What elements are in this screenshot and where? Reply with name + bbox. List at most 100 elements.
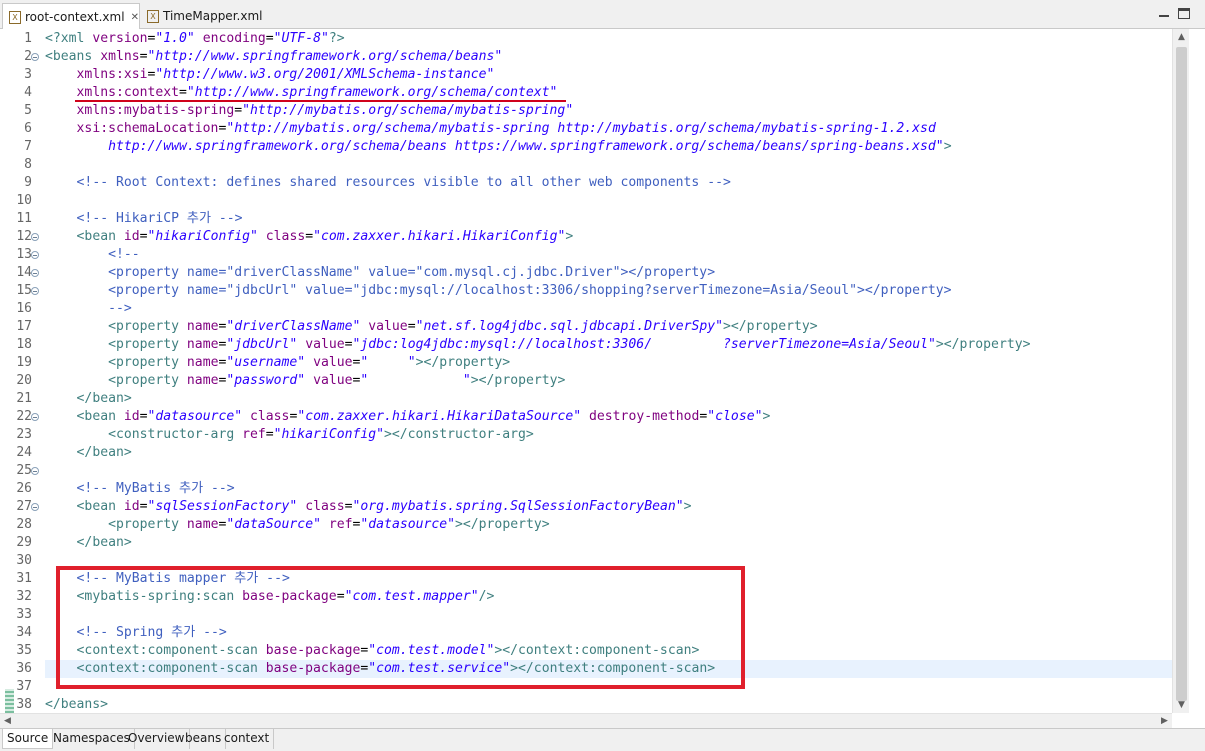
code-line[interactable]: <bean id="hikariConfig" class="com.zaxxe… — [45, 228, 1172, 246]
line-number: 15 — [16, 283, 32, 298]
tab-timemapper-xml[interactable]: X TimeMapper.xml — [141, 3, 271, 29]
tab-context[interactable]: context — [220, 729, 275, 749]
tab-label: root-context.xml — [25, 10, 125, 24]
code-line[interactable]: <property name="password" value=" "></pr… — [45, 372, 1172, 390]
line-number: 7 — [24, 139, 32, 154]
code-line[interactable]: <!-- HikariCP 추가 --> — [45, 210, 1172, 228]
tab-source[interactable]: Source — [2, 729, 54, 749]
line-number: 11 — [16, 211, 32, 226]
line-number: 36 — [16, 661, 32, 676]
line-number: 21 — [16, 391, 32, 406]
close-icon[interactable]: ✕ — [131, 5, 139, 31]
line-number: 38 — [16, 697, 32, 712]
red-highlight-box — [56, 566, 745, 689]
line-number: 27 — [16, 499, 32, 514]
code-line[interactable]: xmlns:mybatis-spring="http://mybatis.org… — [45, 102, 1172, 120]
code-line[interactable]: <!-- MyBatis 추가 --> — [45, 480, 1172, 498]
line-number: 37 — [16, 679, 32, 694]
code-line[interactable] — [45, 156, 1172, 174]
code-line[interactable]: <property name="driverClassName" value="… — [45, 318, 1172, 336]
line-number: 14 — [16, 265, 32, 280]
line-number: 19 — [16, 355, 32, 370]
vertical-scroll-thumb[interactable] — [1176, 47, 1187, 701]
line-number: 22 — [16, 409, 32, 424]
code-line[interactable]: http://www.springframework.org/schema/be… — [45, 138, 1172, 156]
line-number: 5 — [24, 103, 32, 118]
line-number: 3 — [24, 67, 32, 82]
code-line[interactable]: --> — [45, 300, 1172, 318]
fold-toggle-icon[interactable] — [31, 53, 39, 61]
xml-file-icon: X — [147, 10, 159, 23]
code-line[interactable]: <?xml version="1.0" encoding="UTF-8"?> — [45, 30, 1172, 48]
line-number: 13 — [16, 247, 32, 262]
scroll-left-icon[interactable]: ◀ — [0, 714, 15, 728]
line-number: 32 — [16, 589, 32, 604]
fold-toggle-icon[interactable] — [31, 287, 39, 295]
line-number: 30 — [16, 553, 32, 568]
vertical-scrollbar[interactable]: ▲ ▼ — [1172, 29, 1189, 713]
fold-toggle-icon[interactable] — [31, 251, 39, 259]
line-number: 35 — [16, 643, 32, 658]
scroll-down-icon[interactable]: ▼ — [1173, 697, 1190, 713]
fold-toggle-icon[interactable] — [31, 503, 39, 511]
code-line[interactable]: <bean id="datasource" class="com.zaxxer.… — [45, 408, 1172, 426]
line-number: 26 — [16, 481, 32, 496]
scroll-up-icon[interactable]: ▲ — [1173, 29, 1190, 45]
scroll-right-icon[interactable]: ▶ — [1157, 714, 1172, 728]
code-line[interactable]: <property name="username" value=" "></pr… — [45, 354, 1172, 372]
line-number: 8 — [24, 157, 32, 172]
code-line[interactable]: <beans xmlns="http://www.springframework… — [45, 48, 1172, 66]
line-number: 29 — [16, 535, 32, 550]
line-number: 2 — [24, 49, 32, 64]
code-line[interactable]: </bean> — [45, 390, 1172, 408]
line-number: 33 — [16, 607, 32, 622]
editor-tab-bar: Xroot-context.xml ✕ X TimeMapper.xml — [0, 0, 1205, 29]
line-number: 16 — [16, 301, 32, 316]
fold-toggle-icon[interactable] — [31, 413, 39, 421]
code-line[interactable]: <bean id="sqlSessionFactory" class="org.… — [45, 498, 1172, 516]
code-line[interactable]: <property name="driverClassName" value="… — [45, 264, 1172, 282]
fold-toggle-icon[interactable] — [31, 269, 39, 277]
maximize-icon[interactable] — [1178, 8, 1190, 19]
code-line[interactable]: xmlns:xsi="http://www.w3.org/2001/XMLSch… — [45, 66, 1172, 84]
line-number: 31 — [16, 571, 32, 586]
code-line[interactable]: <constructor-arg ref="hikariConfig"></co… — [45, 426, 1172, 444]
xml-file-icon: X — [9, 11, 21, 24]
red-underline-annotation — [75, 100, 566, 102]
line-number: 10 — [16, 193, 32, 208]
line-number-gutter: 1 2 3 4 5 6 7 8 9 10 11 12 13 14 15 16 17 18 19 20 21 22 23 24 2… — [0, 29, 42, 725]
line-number: 12 — [16, 229, 32, 244]
line-number: 1 — [24, 31, 32, 46]
code-line[interactable] — [45, 192, 1172, 210]
code-line[interactable]: <property name="jdbcUrl" value="jdbc:mys… — [45, 282, 1172, 300]
tab-root-context-xml[interactable]: Xroot-context.xml ✕ — [2, 3, 140, 29]
code-line[interactable]: </bean> — [45, 534, 1172, 552]
line-number: 9 — [24, 175, 32, 190]
editor-page-tabs: Source Namespaces Overview beans context — [0, 728, 1205, 751]
line-number: 6 — [24, 121, 32, 136]
line-number: 24 — [16, 445, 32, 460]
code-line[interactable]: <!-- — [45, 246, 1172, 264]
minimize-icon[interactable] — [1158, 8, 1170, 19]
line-number: 25 — [16, 463, 32, 478]
line-number: 34 — [16, 625, 32, 640]
code-line[interactable]: <!-- Root Context: defines shared resour… — [45, 174, 1172, 192]
fold-toggle-icon[interactable] — [31, 467, 39, 475]
code-line[interactable]: xsi:schemaLocation="http://mybatis.org/s… — [45, 120, 1172, 138]
code-line[interactable]: </beans> — [45, 696, 1172, 713]
code-line[interactable]: <property name="jdbcUrl" value="jdbc:log… — [45, 336, 1172, 354]
line-number: 23 — [16, 427, 32, 442]
line-number: 20 — [16, 373, 32, 388]
line-number: 17 — [16, 319, 32, 334]
tab-namespaces[interactable]: Namespaces — [49, 729, 135, 749]
line-number: 28 — [16, 517, 32, 532]
fold-toggle-icon[interactable] — [31, 233, 39, 241]
tab-overview[interactable]: Overview — [124, 729, 190, 749]
code-line[interactable]: <property name="dataSource" ref="datasou… — [45, 516, 1172, 534]
line-number: 4 — [24, 85, 32, 100]
horizontal-scrollbar[interactable]: ◀ ▶ — [0, 713, 1172, 728]
tab-label: TimeMapper.xml — [163, 9, 263, 23]
line-number: 18 — [16, 337, 32, 352]
code-line[interactable] — [45, 462, 1172, 480]
code-line[interactable]: </bean> — [45, 444, 1172, 462]
